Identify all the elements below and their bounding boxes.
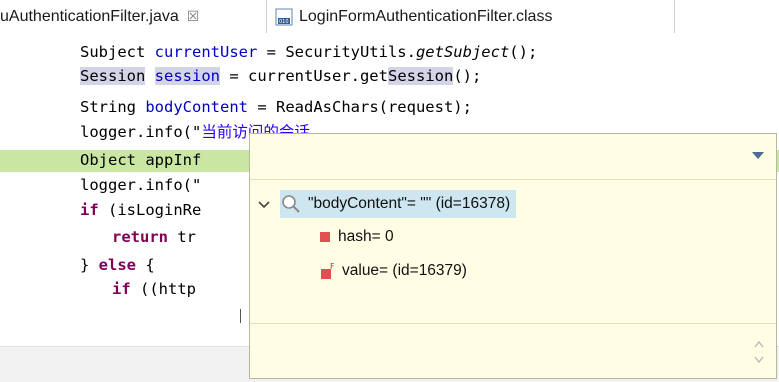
code-line-3: String bodyContent = ReadAsChars(request… <box>80 98 472 116</box>
scroll-arrows-icon[interactable] <box>754 339 764 365</box>
chevron-down-icon[interactable] <box>256 196 272 212</box>
tree-row-hash[interactable]: hash= 0 <box>320 222 394 252</box>
view-menu-icon[interactable] <box>752 152 764 159</box>
tree-row-bodycontent[interactable]: "bodyContent"= "" (id=16378) <box>256 189 616 219</box>
svg-text:F: F <box>330 262 335 271</box>
final-field-icon: F <box>320 262 336 280</box>
tree-row-value[interactable]: F value= (id=16379) <box>320 256 467 286</box>
class-file-icon: 010 <box>275 8 293 26</box>
code-line-5: Object appInf <box>80 151 202 169</box>
private-field-icon <box>320 232 330 242</box>
close-icon[interactable]: ☒ <box>187 8 200 25</box>
tree-row-label: "bodyContent"= "" (id=16378) <box>308 195 511 212</box>
code-line-8: return tr <box>112 228 196 246</box>
search-icon <box>280 193 302 215</box>
tab-label: LoginFormAuthenticationFilter.class <box>299 7 553 25</box>
text-cursor <box>240 309 241 323</box>
tab-authentication-filter-java[interactable]: uAuthenticationFilter.java ☒ <box>0 0 266 33</box>
svg-text:010: 010 <box>279 19 289 25</box>
code-line-1: Subject currentUser = SecurityUtils.getS… <box>80 43 538 61</box>
debug-hover-popup[interactable]: "bodyContent"= "" (id=16378) hash= 0 F v… <box>249 133 777 379</box>
tab-label: uAuthenticationFilter.java <box>0 7 179 25</box>
tree-row-label: value= (id=16379) <box>342 262 467 279</box>
code-line-10: if ((http <box>112 280 196 298</box>
code-line-2: Session session = currentUser.getSession… <box>80 67 482 85</box>
tab-login-form-authentication-filter-class[interactable]: 010 LoginFormAuthenticationFilter.class <box>266 0 675 33</box>
code-line-7: if (isLoginRe <box>80 201 202 219</box>
detail-pane[interactable] <box>250 323 776 379</box>
popup-toolbar <box>250 134 776 180</box>
code-line-9: } else { <box>80 256 155 274</box>
editor-tab-bar: uAuthenticationFilter.java ☒ 010 LoginFo… <box>0 0 779 34</box>
code-line-6: logger.info(" <box>80 176 202 194</box>
tree-row-label: hash= 0 <box>338 228 394 245</box>
